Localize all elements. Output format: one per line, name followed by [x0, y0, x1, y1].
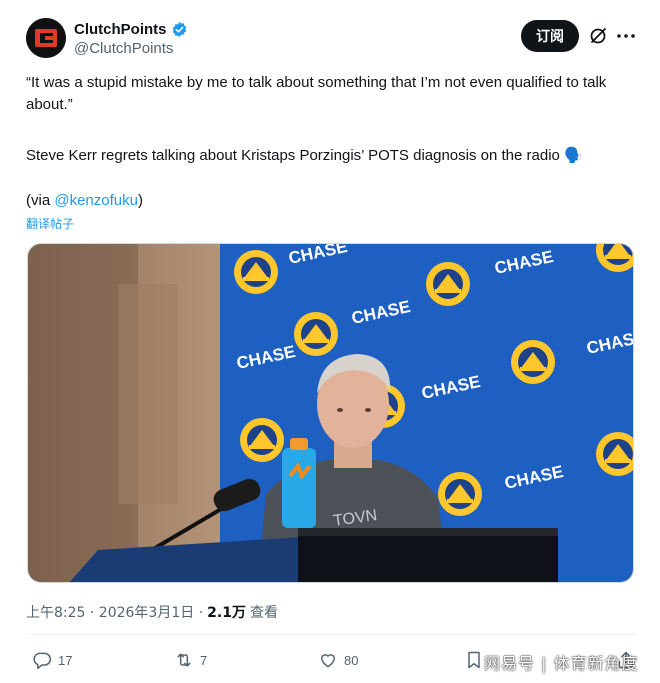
grok-icon[interactable]: [588, 26, 608, 46]
retweet-count: 7: [200, 652, 208, 668]
via-suffix: ): [137, 192, 143, 209]
views-count: 2.1万: [207, 605, 246, 621]
heart-icon: [321, 654, 335, 668]
retweet-button[interactable]: 7: [174, 648, 207, 672]
via-mention-link[interactable]: @kenzofuku: [54, 192, 138, 209]
tweet-meta: 上午8:25 · 2026年3月1日 · 2.1万 查看: [26, 602, 278, 622]
press-conference-photo: CHASE CHASE CHASE CHASE CHASE CHASE CHAS…: [28, 244, 633, 582]
watermark: 网易号 | 体育新角度: [484, 654, 639, 673]
bookmark-button[interactable]: [464, 648, 484, 672]
subscribe-button[interactable]: 订阅: [521, 20, 579, 52]
reply-count: 17: [58, 652, 73, 668]
author-handle[interactable]: @ClutchPoints: [74, 40, 188, 57]
avatar[interactable]: [26, 18, 66, 58]
author-display-name[interactable]: ClutchPoints: [74, 21, 167, 38]
tweet-summary: Steve Kerr regrets talking about Kristap…: [26, 147, 583, 164]
tweet-quote: “It was a stupid mistake by me to talk a…: [26, 74, 611, 113]
like-count: 80: [344, 652, 359, 668]
like-button[interactable]: 80: [318, 648, 358, 672]
timestamp[interactable]: 上午8:25 · 2026年3月1日 ·: [26, 602, 203, 622]
more-dots-icon[interactable]: [615, 26, 637, 46]
retweet-icon: [177, 653, 191, 667]
author-display-name-row[interactable]: ClutchPoints: [74, 19, 188, 39]
tweet-media-image[interactable]: CHASE CHASE CHASE CHASE CHASE CHASE CHAS…: [27, 243, 634, 583]
tweet-header: ClutchPoints @ClutchPoints 订阅: [26, 16, 638, 60]
verified-badge-icon: [172, 21, 186, 37]
author-names[interactable]: ClutchPoints @ClutchPoints: [74, 19, 188, 57]
reply-icon: [33, 652, 52, 670]
reply-button[interactable]: 17: [32, 648, 72, 672]
translate-post-link[interactable]: 翻译帖子: [26, 215, 74, 232]
bookmark-icon: [468, 651, 480, 669]
views-label: 查看: [249, 605, 278, 621]
via-prefix: (via: [26, 192, 55, 209]
clutchpoints-logo-icon: [26, 18, 66, 58]
divider: [26, 634, 636, 635]
tweet-via: (via @kenzofuku): [26, 190, 636, 212]
